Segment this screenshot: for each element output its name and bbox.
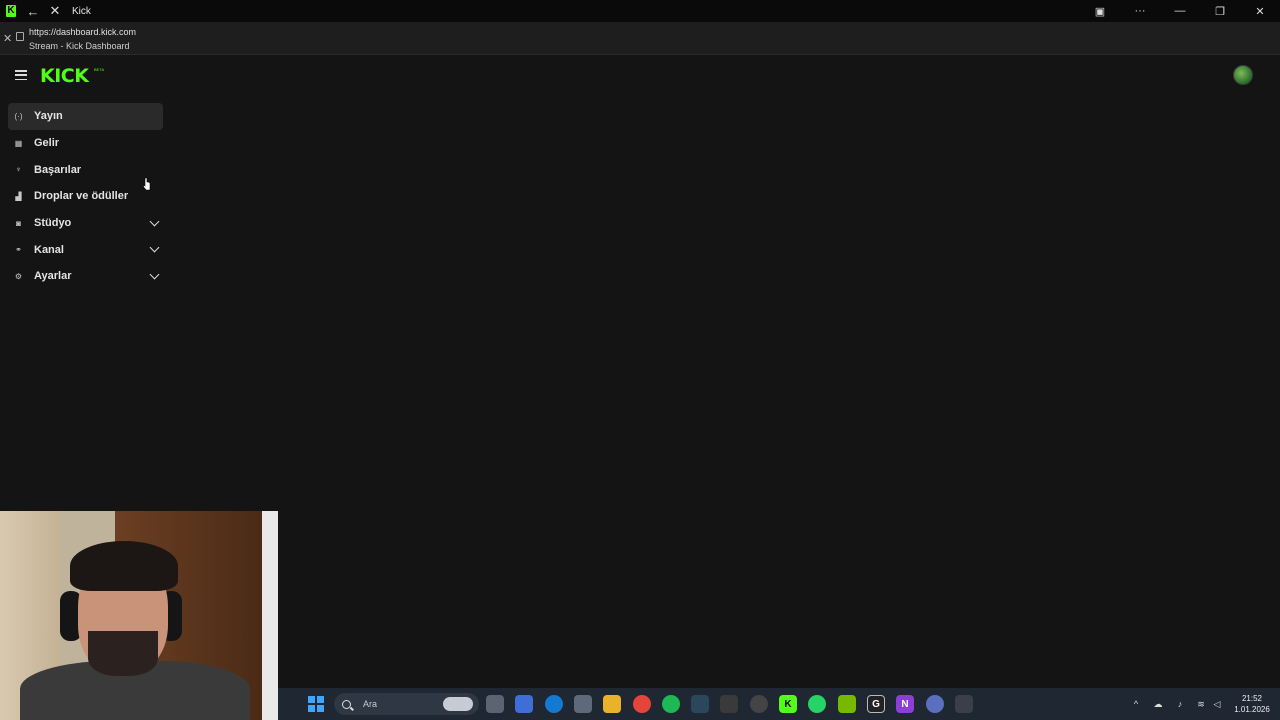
edge-icon[interactable] <box>545 695 563 713</box>
app-icon[interactable] <box>955 695 973 713</box>
kick-app-icon[interactable]: K <box>779 695 797 713</box>
url-text[interactable]: https://dashboard.kick.com <box>29 27 136 37</box>
webcam-overlay <box>0 511 278 720</box>
sidebar-item-label: Başarılar <box>34 163 82 176</box>
gear-icon: ⚙ <box>14 271 23 281</box>
revenue-icon: ▦ <box>14 138 23 148</box>
steam-icon[interactable] <box>691 695 709 713</box>
broadcast-icon: (·) <box>14 111 23 121</box>
chevron-down-icon[interactable] <box>149 216 160 227</box>
windows-start-icon[interactable] <box>308 696 324 712</box>
whatsapp-icon[interactable] <box>808 695 826 713</box>
trophy-icon: ♆ <box>15 165 22 175</box>
file-explorer-icon[interactable] <box>603 695 621 713</box>
sidebar-item-label: Yayın <box>34 110 63 123</box>
beta-badge: BETA <box>94 67 105 72</box>
taskbar-search[interactable]: Ara <box>334 693 479 715</box>
close-window-icon[interactable]: ✕ <box>1240 0 1280 22</box>
stop-loading-icon[interactable]: ✕ <box>44 0 66 22</box>
window-title: Kick <box>72 5 91 17</box>
search-placeholder: Ara <box>363 699 378 709</box>
microphone-icon[interactable]: ♪ <box>1175 699 1185 709</box>
chevron-up-icon[interactable]: ^ <box>1131 699 1141 709</box>
app-circle-icon[interactable] <box>926 695 944 713</box>
hand-cursor-icon <box>143 177 151 191</box>
lock-icon <box>16 32 24 41</box>
sidebar-item-label: Kanal <box>34 243 64 256</box>
search-icon <box>342 699 351 709</box>
sidebar-item-kanal[interactable]: ⚭ Kanal <box>8 236 163 263</box>
window-controls: ▣ ··· — ❐ ✕ <box>1080 0 1280 22</box>
taskbar-clock[interactable]: 21:52 1.01.2026 <box>1232 693 1272 715</box>
more-options-icon[interactable]: ··· <box>1120 0 1160 22</box>
windows-taskbar: Ara K G N ^ ☁ ♪ ≋ ◁ 21:52 1.01.2026 <box>278 688 1280 720</box>
app-n-icon[interactable]: N <box>896 695 914 713</box>
address-bar[interactable]: ✕ https://dashboard.kick.com Stream - Ki… <box>0 22 1280 55</box>
kick-logo[interactable]: KICK <box>40 65 89 87</box>
restore-icon[interactable]: ❐ <box>1200 0 1240 22</box>
channel-icon: ⚭ <box>15 245 22 255</box>
chrome-icon[interactable] <box>633 695 651 713</box>
clock-date: 1.01.2026 <box>1234 705 1270 714</box>
browser-titlebar: K ← ✕ Kick ▣ ··· — ❐ ✕ <box>0 0 1280 22</box>
user-avatar[interactable] <box>1233 65 1253 85</box>
epic-games-icon[interactable] <box>720 695 738 713</box>
spotify-icon[interactable] <box>662 695 680 713</box>
search-highlight-icon <box>443 697 473 711</box>
app-icon[interactable] <box>750 695 768 713</box>
sidebar-item-label: Stüdyo <box>34 217 72 230</box>
volume-icon[interactable]: ◁ <box>1212 699 1222 709</box>
wifi-icon[interactable]: ≋ <box>1196 699 1206 709</box>
clock-time: 21:52 <box>1241 694 1263 703</box>
sidebar-item-basarilar[interactable]: ♆ Başarılar <box>8 156 163 183</box>
sidebar-item-label: Ayarlar <box>34 270 72 283</box>
cloud-icon[interactable]: ☁ <box>1153 699 1163 709</box>
sidebar-item-droplar[interactable]: ▟ Droplar ve ödüller <box>8 183 163 210</box>
page-title-text: Stream - Kick Dashboard <box>29 41 130 51</box>
sidebar-nav: (·) Yayın ▦ Gelir ♆ Başarılar ▟ Droplar … <box>8 103 163 290</box>
nvidia-icon[interactable] <box>838 695 856 713</box>
chevron-down-icon[interactable] <box>149 269 160 280</box>
back-arrow-icon[interactable]: ← <box>22 0 44 22</box>
close-icon[interactable]: ✕ <box>3 32 12 45</box>
app-g-icon[interactable]: G <box>867 695 885 713</box>
hamburger-menu-icon[interactable] <box>15 70 27 80</box>
sidebar-item-yayin[interactable]: (·) Yayın <box>8 103 163 130</box>
sidebar-item-label: Droplar ve ödüller <box>34 190 129 203</box>
sidebar-item-ayarlar[interactable]: ⚙ Ayarlar <box>8 263 163 290</box>
reader-mode-icon[interactable]: ▣ <box>1080 0 1120 22</box>
gift-icon: ▟ <box>15 191 22 201</box>
sidebar-item-studyo[interactable]: ◙ Stüdyo <box>8 210 163 237</box>
app-header: KICK BETA <box>0 55 1280 97</box>
kick-favicon-icon: K <box>6 5 16 17</box>
sidebar-item-gelir[interactable]: ▦ Gelir <box>8 130 163 157</box>
task-view-icon[interactable] <box>486 695 504 713</box>
store-icon[interactable] <box>574 695 592 713</box>
minimize-icon[interactable]: — <box>1160 0 1200 22</box>
studio-icon: ◙ <box>16 218 21 228</box>
widgets-icon[interactable] <box>515 695 533 713</box>
sidebar-item-label: Gelir <box>34 137 60 150</box>
chevron-down-icon[interactable] <box>149 242 160 253</box>
